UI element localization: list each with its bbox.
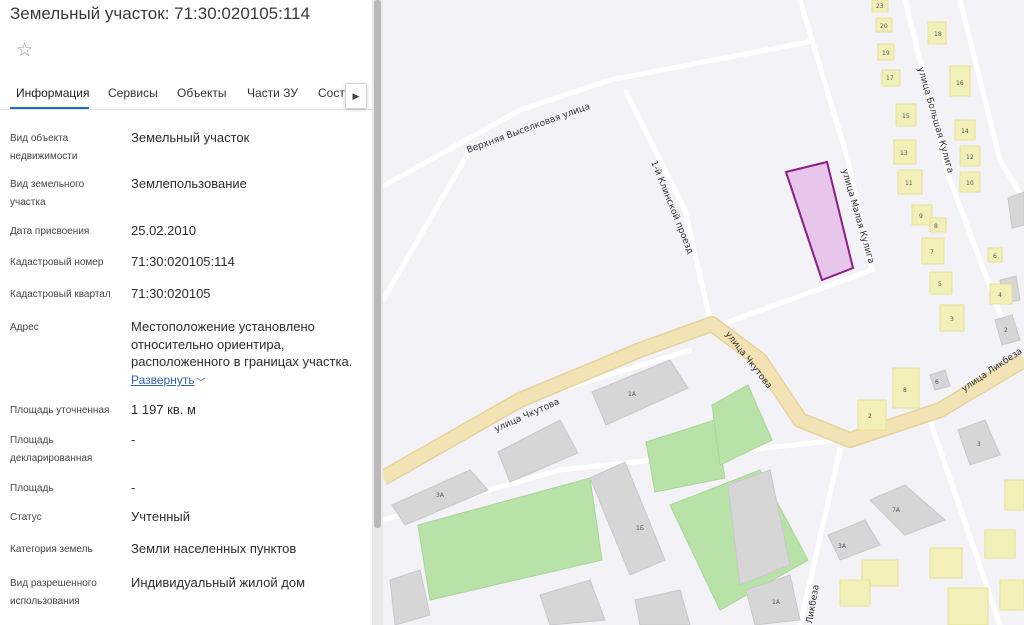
field-value-object-type: Земельный участок xyxy=(131,130,250,145)
triangle-right-icon[interactable]: ▶ xyxy=(345,83,367,109)
house-c xyxy=(839,579,871,607)
house-number: 6 xyxy=(935,379,939,386)
house-number: 17 xyxy=(886,75,894,82)
field-value-permitted-use: Индивидуальный жилой дом xyxy=(131,575,306,590)
field-label-cadastral-number: Кадастровый номер xyxy=(10,257,104,268)
house-number: 7А xyxy=(892,507,901,514)
house-number: 4 xyxy=(998,292,1002,299)
house-number: 16 xyxy=(956,80,964,87)
field-value-area-declared: - xyxy=(131,432,136,447)
field-label-address: Адрес xyxy=(10,322,39,333)
chevron-down-icon[interactable]: ﹀ xyxy=(196,374,206,389)
house-d xyxy=(947,587,989,625)
field-value-area: - xyxy=(131,480,136,495)
house-number: 3А xyxy=(436,492,445,499)
house-number: 8 xyxy=(903,387,907,394)
app-root: Верхняя Выселковая улица 1-й Клинской пр… xyxy=(0,0,1024,625)
field-label-assign-date: Дата присвоения xyxy=(10,226,90,237)
star-outline-icon[interactable]: ☆ xyxy=(16,40,33,62)
house-number: 9 xyxy=(919,213,923,220)
house-number: 6 xyxy=(993,253,997,260)
field-label-area-declared: Площадь декларированная xyxy=(10,435,93,464)
scrollbar-thumb[interactable] xyxy=(374,0,381,528)
house-number: 19 xyxy=(882,50,890,57)
house-number: 1А xyxy=(628,391,637,398)
page-title: Земельный участок: 71:30:020105:114 xyxy=(10,4,310,23)
field-value-assign-date: 25.02.2010 xyxy=(131,223,197,238)
house-number: 12 xyxy=(966,154,974,161)
house-number: 18 xyxy=(934,31,942,38)
house-number: 11 xyxy=(905,180,913,187)
house-number: 7 xyxy=(930,249,934,256)
house-number: 23 xyxy=(876,3,884,10)
expand-link[interactable]: Развернуть xyxy=(131,373,195,387)
field-label-object-type: Вид объекта недвижимости xyxy=(10,133,78,162)
tab-services[interactable]: Сервисы xyxy=(108,86,158,100)
field-value-status: Учтенный xyxy=(131,509,191,524)
active-tab-indicator xyxy=(10,107,89,109)
field-label-permitted-use: Вид разрешенного использования xyxy=(10,578,97,607)
house-2 xyxy=(857,399,887,431)
house-number: 3 xyxy=(950,316,954,323)
field-value-land-category: Земли населенных пунктов xyxy=(131,541,297,556)
house-number: 3А xyxy=(838,543,847,550)
house-8-top xyxy=(929,217,947,233)
tab-objects[interactable]: Объекты xyxy=(177,86,227,100)
info-panel: Земельный участок: 71:30:020105:114 ☆ Ин… xyxy=(0,0,372,625)
panel-scrollbar[interactable] xyxy=(372,0,383,625)
field-label-status: Статус xyxy=(10,512,42,523)
house-f xyxy=(1004,479,1024,511)
house-number: 15 xyxy=(902,113,910,120)
tab-information[interactable]: Информация xyxy=(16,86,89,100)
house-number: 5 xyxy=(938,281,942,288)
house-number: 3 xyxy=(977,441,981,448)
house-number: 1Б xyxy=(636,525,644,532)
tab-bar: Информация Сервисы Объекты Части ЗУ Сост… xyxy=(0,78,372,110)
field-value-cadastral-quarter: 71:30:020105 xyxy=(131,286,211,301)
field-label-land-category: Категория земель xyxy=(10,544,93,555)
field-value-address: Местоположение установлено относительно … xyxy=(131,319,353,369)
field-label-land-type: Вид земельного участка xyxy=(10,179,85,208)
field-value-area-specified: 1 197 кв. м xyxy=(131,402,196,417)
tab-parts[interactable]: Части ЗУ xyxy=(247,86,298,100)
field-label-cadastral-quarter: Кадастровый квартал xyxy=(10,289,111,300)
house-number: 2 xyxy=(868,413,872,420)
field-value-cadastral-number: 71:30:020105:114 xyxy=(131,254,235,269)
field-label-area: Площадь xyxy=(10,483,54,494)
house-number: 14 xyxy=(961,128,969,135)
house-number: 8 xyxy=(934,223,938,230)
house-number: 10 xyxy=(966,180,974,187)
field-label-area-specified: Площадь уточненная xyxy=(10,405,110,416)
field-value-land-type: Землепользование xyxy=(131,176,247,191)
house-b xyxy=(929,547,963,579)
house-g xyxy=(999,579,1024,611)
house-number: 1А xyxy=(772,599,781,606)
house-number: 13 xyxy=(900,150,908,157)
house-e xyxy=(984,529,1016,559)
house-number: 20 xyxy=(880,23,888,30)
house-number: 2 xyxy=(1004,327,1008,334)
